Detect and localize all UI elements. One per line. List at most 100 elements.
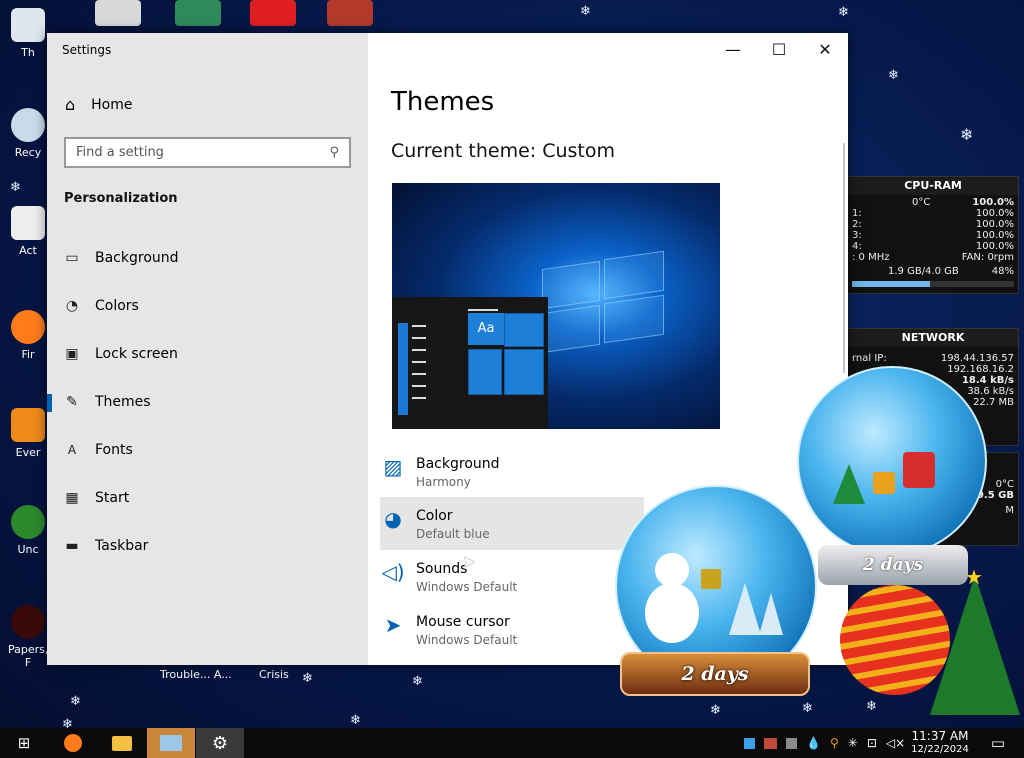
desktop-icon[interactable]: Ever	[8, 408, 48, 459]
tray-app-icon[interactable]	[764, 737, 777, 749]
ram-bar	[852, 281, 1014, 287]
start-button[interactable]: ⊞	[0, 728, 48, 758]
core-label: 4:	[852, 241, 862, 252]
mcdonalds-icon[interactable]	[250, 0, 296, 26]
tray-app-icon[interactable]	[786, 737, 797, 749]
nav-item-start[interactable]: ▦ Start	[47, 478, 368, 518]
taskbar-file-explorer[interactable]	[98, 728, 146, 758]
theme-preview[interactable]: Aa	[392, 183, 720, 429]
theme-mouse-cursor-setting[interactable]: ➤ Mouse cursor Windows Default	[380, 603, 644, 656]
snowflake-icon: ❄	[838, 5, 849, 20]
nav-item-label: Colors	[95, 298, 139, 314]
nav-item-label: Fonts	[95, 442, 133, 458]
search-input[interactable]: Find a setting ⚲	[64, 137, 351, 168]
desktop-icon-label: Unc	[17, 543, 39, 556]
current-theme-label: Current theme: Custom	[391, 140, 616, 162]
total-transfer: 22.7 MB	[973, 397, 1014, 408]
desktop-icon[interactable]: Th	[8, 8, 48, 59]
close-button[interactable]: ✕	[802, 37, 848, 63]
external-ip: 198.44.136.57	[940, 353, 1014, 364]
nav-item-colors[interactable]: ◔ Colors	[47, 286, 368, 326]
cpu-total: 100.0%	[972, 197, 1014, 208]
desktop-icon[interactable]: Papers, F	[8, 605, 48, 669]
nav-item-themes[interactable]: ✎ Themes	[47, 382, 368, 422]
preview-tile-column	[398, 323, 408, 415]
taskbar-app[interactable]	[147, 728, 195, 758]
theme-sounds-setting[interactable]: ◁) Sounds Windows Default	[380, 550, 644, 603]
recycle-bin-icon	[11, 108, 45, 142]
desktop-icon[interactable]: Fir	[8, 310, 48, 361]
core-value: 100.0%	[975, 241, 1014, 252]
phone-icon	[11, 8, 45, 42]
preview-line	[412, 385, 426, 387]
preview-aa-tile: Aa	[468, 313, 504, 345]
internal-ip: 192.168.16.2	[947, 364, 1014, 375]
scrollbar[interactable]	[843, 143, 845, 373]
nav-item-label: Background	[95, 250, 179, 266]
ram-percent: 48%	[991, 266, 1014, 277]
notifications-button[interactable]: ▭	[976, 728, 1020, 758]
setting-subtitle: Windows Default	[416, 633, 518, 647]
snowflake-icon: ❄	[802, 701, 813, 716]
tray-app-icon[interactable]	[744, 737, 755, 749]
ram-usage: 1.9 GB/4.0 GB	[888, 266, 959, 277]
taskbar: ⊞ ⚙ 💧 ⚲ ✳ ⊡ ◁× 11:37 AM 12/22/2024 ▭	[0, 728, 1024, 758]
drop-icon[interactable]: 💧	[806, 736, 821, 750]
desktop-icon-label: Th	[21, 46, 35, 59]
core-value: 100.0%	[975, 208, 1014, 219]
external-ip-row: rnal IP: 198.44.136.57	[848, 353, 1018, 364]
desktop-icon-label[interactable]: Crisis	[259, 668, 289, 681]
maximize-button[interactable]: ☐	[756, 37, 802, 63]
gift-icon	[903, 452, 935, 488]
search-tray-icon[interactable]: ⚲	[830, 736, 839, 750]
preview-window-logo	[604, 294, 664, 344]
snowflake-icon: ❄	[580, 4, 591, 19]
desktop-app-icon[interactable]	[175, 0, 221, 26]
desktop-icon[interactable]: Unc	[8, 505, 48, 556]
snow-globe-widget[interactable]	[797, 366, 987, 556]
external-ip-label: rnal IP:	[852, 353, 887, 364]
desktop-app-icon[interactable]	[327, 0, 373, 26]
widget-title: CPU-RAM	[848, 177, 1018, 195]
snowflake-icon: ❄	[412, 674, 423, 689]
snowflake-icon: ❄	[866, 699, 877, 714]
cpu-clock: : 0 MHz	[852, 252, 890, 263]
settings-sidebar: Settings ⌂ Home Find a setting ⚲ Persona…	[47, 33, 368, 665]
desktop-icon[interactable]: Act	[8, 206, 48, 257]
taskbar-firefox[interactable]	[49, 728, 97, 758]
drive-size: 9.5 GB	[976, 490, 1014, 501]
minimize-button[interactable]: —	[710, 37, 756, 63]
nav-item-fonts[interactable]: A Fonts	[47, 430, 368, 470]
network-icon[interactable]: ⊡	[867, 736, 877, 750]
tree-icon	[729, 583, 761, 635]
nav-item-background[interactable]: ▭ Background	[47, 238, 368, 278]
home-nav-item[interactable]: ⌂ Home	[65, 95, 133, 114]
snowflake-icon: ❄	[710, 703, 721, 718]
gift-icon	[701, 569, 721, 589]
tray-app-icon[interactable]: ✳	[848, 736, 858, 750]
preview-line	[412, 337, 426, 339]
nav-item-taskbar[interactable]: ▬ Taskbar	[47, 526, 368, 566]
taskbar-clock[interactable]: 11:37 AM 12/22/2024	[908, 730, 972, 756]
fonts-icon: A	[67, 443, 77, 457]
ram-row: 1.9 GB/4.0 GB 48%	[848, 266, 1018, 277]
windows-logo-icon: ⊞	[17, 734, 31, 752]
volume-muted-icon[interactable]: ◁×	[886, 736, 905, 750]
nav-item-label: Taskbar	[95, 538, 149, 554]
desktop-icon-label[interactable]: Trouble... A...	[160, 668, 232, 681]
preview-line	[412, 373, 426, 375]
picture-icon: ▨	[383, 455, 403, 479]
preview-tile	[468, 349, 502, 395]
taskbar-settings[interactable]: ⚙	[196, 728, 244, 758]
snowman-body-icon	[645, 583, 699, 643]
papers-please-icon	[11, 605, 45, 639]
theme-color-setting[interactable]: ◕ Color Default blue	[380, 497, 644, 550]
search-placeholder: Find a setting	[76, 145, 164, 160]
setting-title: Background	[416, 456, 500, 472]
theme-background-setting[interactable]: ▨ Background Harmony	[380, 445, 644, 498]
desktop-icon[interactable]: Recy	[8, 108, 48, 159]
desktop-app-icon[interactable]	[95, 0, 141, 26]
preview-tile	[504, 349, 544, 395]
cpu-ram-widget: CPU-RAM 0°C 100.0% 1: 100.0% 2: 100.0% 3: 1…	[847, 176, 1019, 294]
nav-item-lock-screen[interactable]: ▣ Lock screen	[47, 334, 368, 374]
